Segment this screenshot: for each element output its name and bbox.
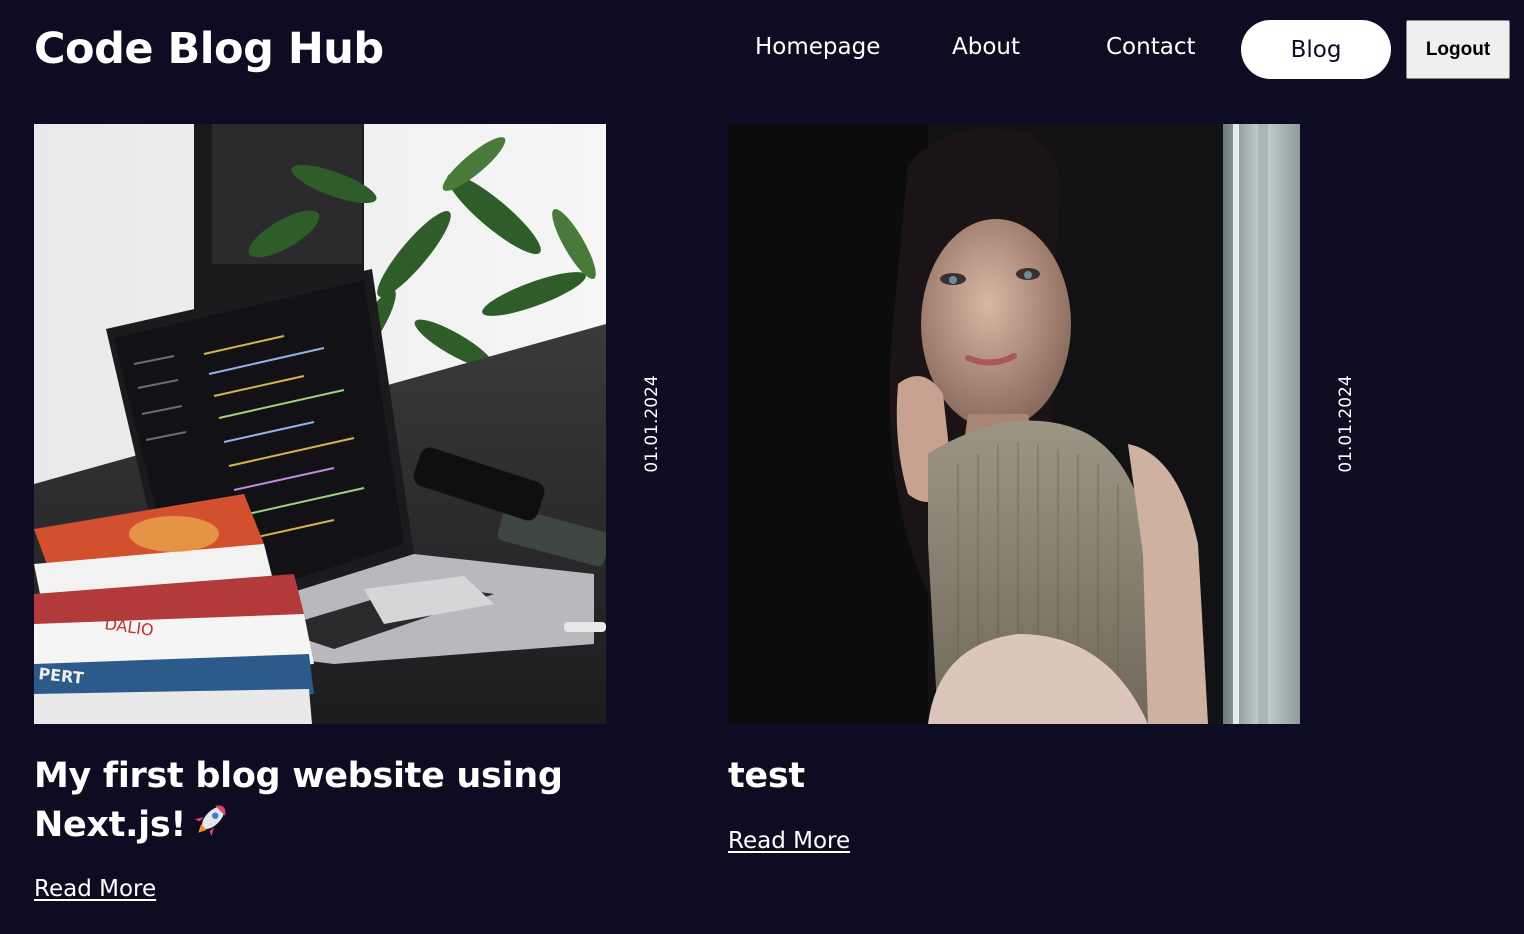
site-header: Code Blog Hub Homepage About Contact Blo… — [0, 0, 1524, 100]
nav-about-link[interactable]: About — [952, 34, 1020, 60]
logout-button[interactable]: Logout — [1406, 20, 1510, 79]
post-date: 01.01.2024 — [1336, 375, 1356, 473]
post-title-text: My first blog website using Next.js! — [34, 756, 563, 845]
nav-blog-link-active[interactable]: Blog — [1241, 20, 1391, 79]
read-more-link[interactable]: Read More — [728, 828, 850, 854]
post-thumbnail-image[interactable]: DALIO PERT — [34, 124, 606, 724]
post-thumbnail-image[interactable] — [728, 124, 1300, 724]
nav-homepage-link[interactable]: Homepage — [755, 34, 880, 60]
post-title[interactable]: My first blog website using Next.js! — [34, 752, 574, 853]
rocket-icon — [192, 801, 230, 853]
post-date: 01.01.2024 — [642, 375, 662, 473]
site-logo[interactable]: Code Blog Hub — [34, 24, 384, 74]
post-title[interactable]: test — [728, 752, 1268, 801]
read-more-link[interactable]: Read More — [34, 876, 156, 902]
laptop-books-photo: DALIO PERT — [34, 124, 606, 724]
nav-contact-link[interactable]: Contact — [1106, 34, 1195, 60]
woman-portrait-photo — [728, 124, 1300, 724]
